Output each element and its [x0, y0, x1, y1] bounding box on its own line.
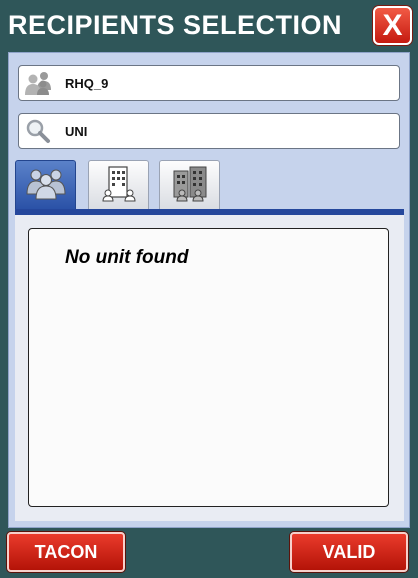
list-area: No unit found	[15, 215, 404, 521]
valid-button-label: VALID	[322, 541, 376, 562]
tacon-button[interactable]: TACON	[7, 532, 125, 572]
selection-panel: RHQ_9 UNI No unit found	[8, 52, 410, 528]
group-icon	[21, 66, 55, 100]
buildings-icon	[170, 163, 210, 208]
recipient-field[interactable]: RHQ_9	[18, 65, 400, 101]
valid-button[interactable]: VALID	[290, 532, 408, 572]
window-title: RECIPIENTS SELECTION	[8, 10, 343, 40]
empty-message: No unit found	[65, 247, 189, 268]
unit-list[interactable]: No unit found	[28, 228, 389, 507]
search-field[interactable]: UNI	[18, 113, 400, 149]
building-icon	[101, 163, 137, 208]
close-button[interactable]: X	[373, 6, 412, 45]
recipient-value: RHQ_9	[65, 75, 109, 91]
search-icon	[21, 114, 55, 148]
group-icon	[23, 166, 69, 205]
tacon-button-label: TACON	[34, 541, 98, 562]
tab-buildings[interactable]	[159, 160, 220, 210]
tab-building[interactable]	[88, 160, 149, 210]
close-icon: X	[382, 8, 403, 42]
search-value: UNI	[65, 123, 88, 139]
tab-groups[interactable]	[15, 160, 76, 210]
